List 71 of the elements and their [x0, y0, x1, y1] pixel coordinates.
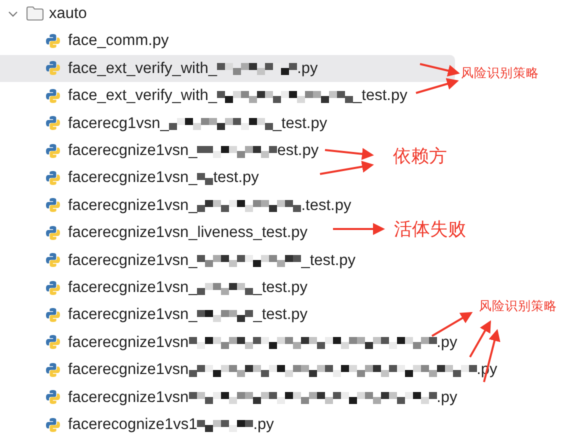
file-name-end: _test.py: [353, 86, 408, 106]
file-name: facerecgnize1vsn_: [68, 278, 198, 298]
file-name-end: _test.py: [253, 278, 308, 298]
python-icon: [45, 389, 61, 406]
file-item[interactable]: facerecgnize1vsn .py: [0, 383, 464, 411]
file-name: facerecgnize1vsn: [68, 332, 189, 353]
file-name: face_ext_verify_with_: [68, 86, 218, 106]
python-icon: [45, 197, 61, 214]
file-name-end: .py: [297, 58, 318, 79]
file-name-end: _test.py: [272, 114, 328, 134]
file-name-end: .test.py: [301, 196, 352, 216]
file-name: facerecgnize1vsn: [68, 388, 189, 408]
annotation-label: 风险识别策略: [459, 66, 541, 81]
arrow: [333, 223, 385, 235]
python-icon: [45, 170, 61, 186]
file-name-end: .py: [253, 414, 274, 435]
file-name: facerecgnize1vsn_: [68, 305, 198, 326]
pixelated-text: [197, 308, 254, 322]
python-icon: [45, 334, 61, 350]
file-name-end: _test.py: [301, 250, 356, 271]
file-item[interactable]: facerecgnize1vsn_ test.py: [0, 164, 265, 192]
arrow: [420, 63, 460, 77]
file-item[interactable]: facerecgnize1vsn_ _test.py: [0, 246, 362, 274]
python-icon: [45, 280, 61, 296]
python-icon: [45, 88, 61, 104]
file-item[interactable]: facerecgnize1vsn_ _test.py: [0, 274, 314, 302]
file-name: facerecgnize1vsn: [68, 360, 189, 380]
file-item[interactable]: facerecg1vsn_ _test.py: [0, 110, 334, 137]
file-item[interactable]: face_ext_verify_with_ _test.py: [0, 82, 414, 110]
file-name-end: .py: [436, 388, 458, 408]
folder-icon: [26, 6, 44, 22]
python-icon: [45, 142, 61, 159]
arrow: [324, 148, 374, 160]
pixelated-text: [197, 171, 214, 186]
file-name: facerecgnize1vsn_: [68, 141, 198, 162]
python-icon: [45, 252, 61, 268]
python-icon: [45, 416, 61, 433]
file-item[interactable]: facerecgnize1vsn .py: [0, 328, 464, 356]
file-name-end: .py: [436, 332, 458, 353]
python-icon: [45, 33, 61, 50]
file-name: facerecg1vsn_: [68, 114, 169, 134]
arrow: [320, 160, 374, 175]
file-name: face_ext_verify_with_: [68, 58, 218, 79]
annotation-label: 活体失败: [392, 219, 468, 241]
pixelated-text: [197, 418, 254, 432]
chevron-icon[interactable]: [8, 8, 18, 19]
file-name-end: test.py: [213, 168, 259, 188]
file-name: facerecognize1vs1: [68, 414, 198, 435]
file-name: face_comm.py: [68, 31, 169, 52]
file-name: facerecgnize1vsn_: [68, 250, 198, 271]
pixelated-text: [197, 280, 254, 295]
file-item[interactable]: face_ext_verify_with_ .py: [0, 54, 455, 82]
file-name: facerecgnize1vsn_liveness_test.py: [68, 223, 308, 244]
file-item[interactable]: facerecgnize1vsn_ _test.py: [0, 301, 314, 329]
python-icon: [45, 60, 61, 76]
python-icon: [45, 224, 61, 241]
python-icon: [45, 306, 61, 323]
python-icon: [45, 115, 61, 132]
file-name: facerecgnize1vsn_: [68, 168, 198, 188]
python-icon: [45, 362, 61, 378]
file-item[interactable]: facerecgnize1vsn_ est.py: [0, 136, 325, 164]
file-item[interactable]: face_comm.py: [0, 27, 175, 55]
file-item[interactable]: facerecognize1vs1 .py: [0, 410, 280, 438]
file-name-end: est.py: [277, 141, 319, 162]
folder-name: xauto: [49, 4, 87, 24]
file-name: facerecgnize1vsn_: [68, 196, 198, 216]
file-item[interactable]: facerecgnize1vsn_ .test.py: [0, 192, 358, 220]
file-name-end: _test.py: [253, 305, 308, 326]
file-item[interactable]: facerecgnize1vsn_liveness_test.py: [0, 219, 314, 247]
arrow: [416, 78, 459, 94]
annotation-label: 风险识别策略: [477, 299, 559, 314]
